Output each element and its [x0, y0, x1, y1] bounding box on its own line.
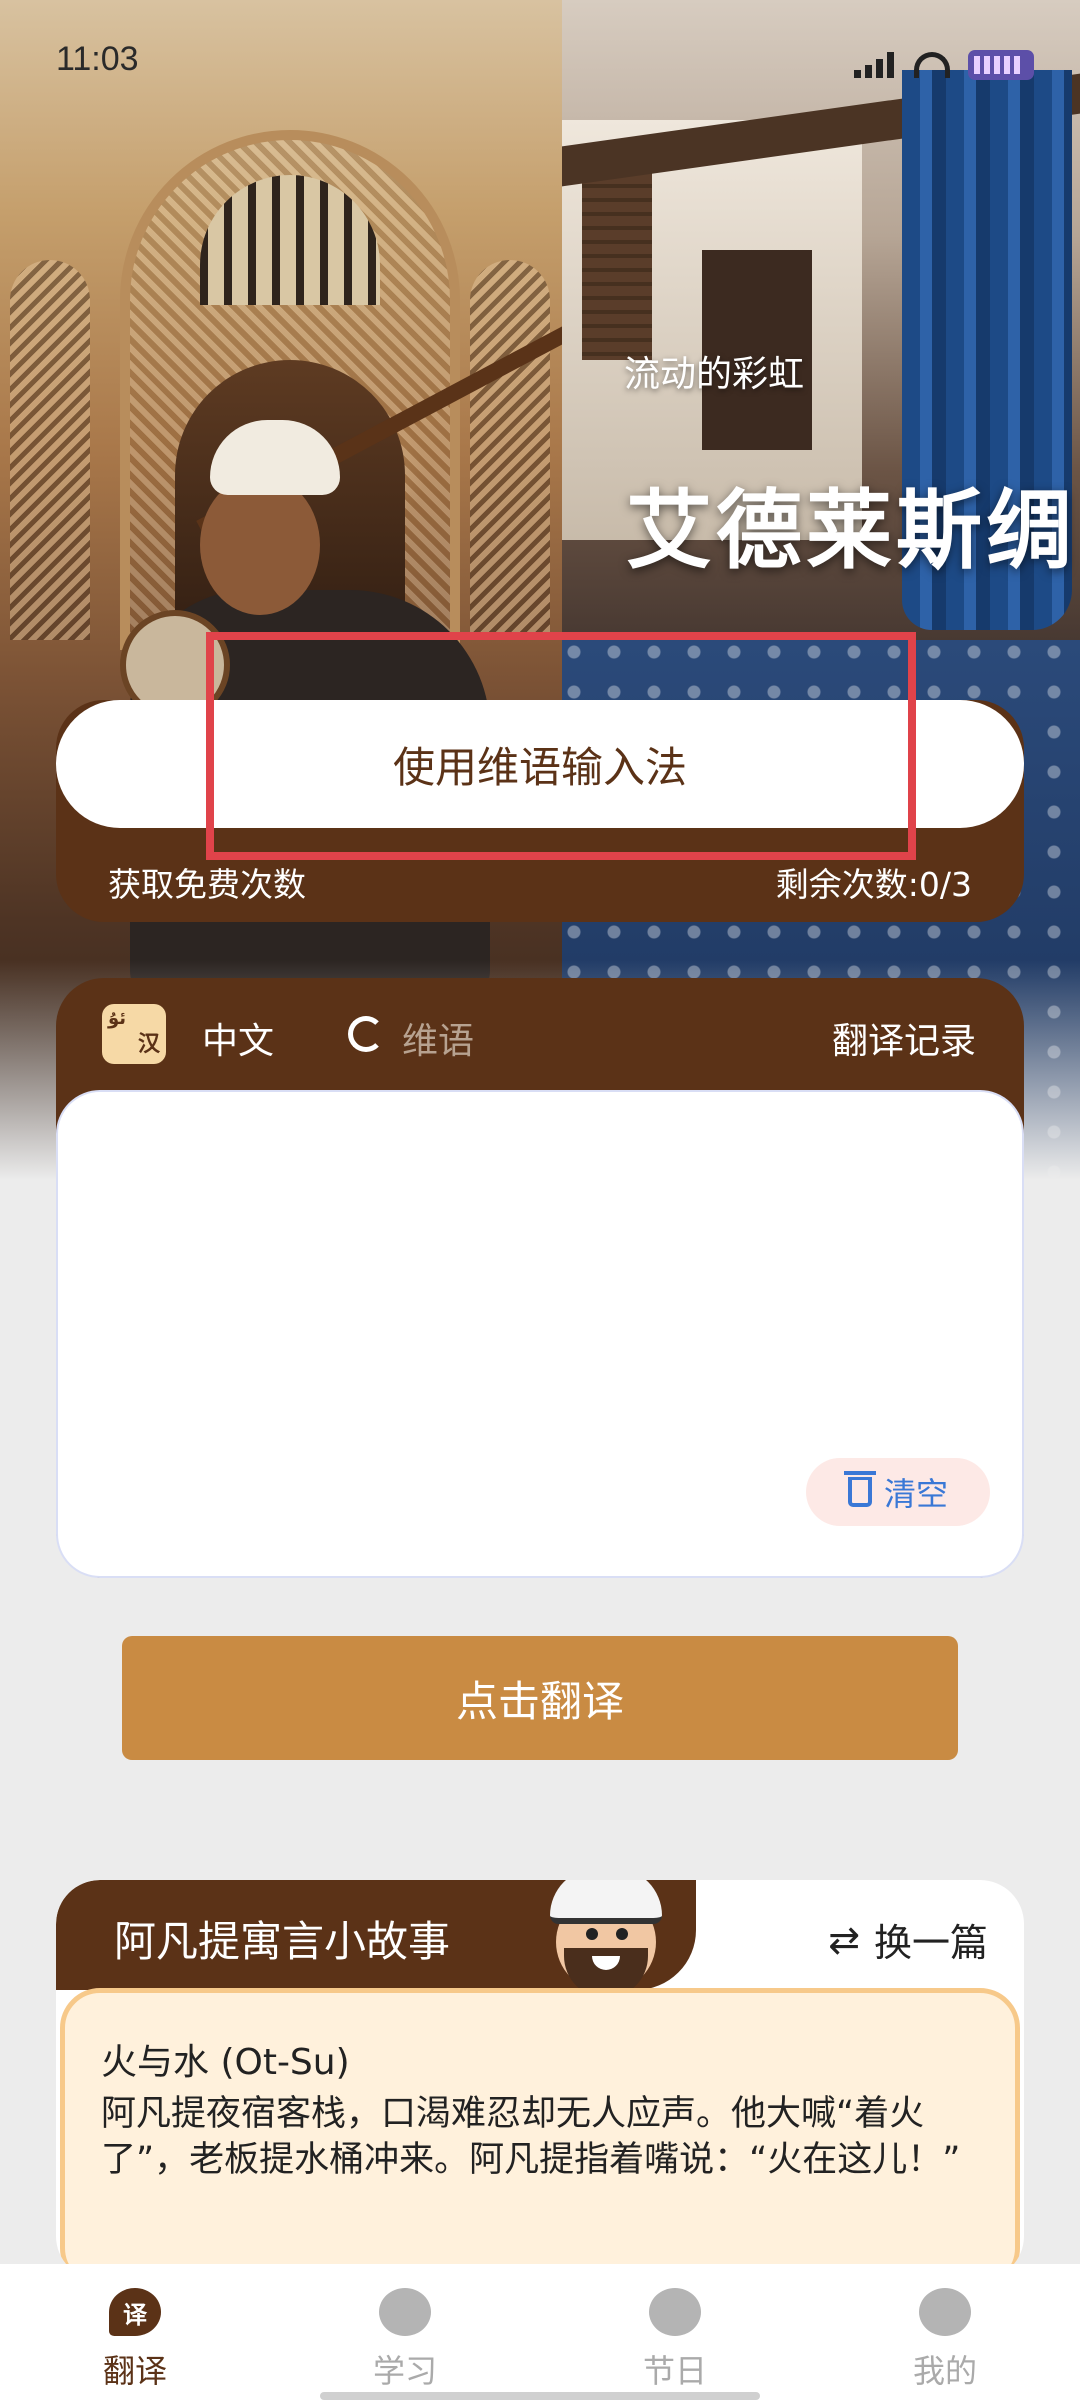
get-free-uses-link[interactable]: 获取免费次数 — [108, 858, 306, 906]
language-bar: ئۇ 汉 中文 维语 翻译记录 — [56, 978, 1024, 1094]
switch-story-button[interactable]: ⇄ 换一篇 — [828, 1912, 988, 1967]
status-time: 11:03 — [56, 40, 139, 78]
house-shutter — [582, 160, 652, 360]
musician-face — [200, 475, 320, 615]
swap-arrows-icon: ⇄ — [828, 1917, 860, 1962]
highlight-box — [206, 632, 916, 860]
nav-item-festival[interactable]: 节日 — [540, 2264, 810, 2408]
balloon-icon — [649, 2288, 701, 2336]
hero-subtitle: 流动的彩虹 — [624, 354, 805, 395]
translate-icon: 译 — [109, 2288, 161, 2336]
wifi-icon — [914, 52, 950, 78]
status-icons — [854, 50, 1034, 80]
lattice-decoration — [470, 260, 550, 640]
translate-card: ئۇ 汉 中文 维语 翻译记录 清空 — [56, 978, 1024, 1578]
translate-button[interactable]: 点击翻译 — [122, 1636, 958, 1760]
target-language[interactable]: 维语 — [402, 1012, 474, 1064]
language-translate-icon: ئۇ 汉 — [102, 1004, 166, 1064]
nav-label-translate: 翻译 — [102, 2352, 167, 2390]
nav-label-mine: 我的 — [912, 2352, 977, 2390]
home-indicator[interactable] — [320, 2392, 760, 2400]
story-text: 阿凡提夜宿客栈，口渴难忍却无人应声。他大喊“着火了”，老板提水桶冲来。阿凡提指着… — [101, 2094, 961, 2180]
translation-history-link[interactable]: 翻译记录 — [832, 1012, 976, 1064]
swap-language-icon[interactable] — [348, 1016, 384, 1052]
bottom-nav: 译 翻译 学习 节日 我的 — [0, 2264, 1080, 2408]
user-icon — [919, 2288, 971, 2336]
signal-icon — [854, 52, 896, 78]
clear-button[interactable]: 清空 — [806, 1458, 990, 1526]
hero-title: 艾德莱斯绸 — [626, 481, 1076, 581]
clear-label: 清空 — [883, 1475, 948, 1513]
nav-item-mine[interactable]: 我的 — [810, 2264, 1080, 2408]
trash-icon — [843, 1471, 876, 1507]
switch-story-label: 换一篇 — [873, 1921, 988, 1965]
remaining-uses-text: 剩余次数:0/3 — [775, 865, 972, 904]
battery-icon — [968, 50, 1034, 80]
lattice-decoration — [10, 260, 90, 640]
story-body: 火与水 (Ot-Su) 阿凡提夜宿客栈，口渴难忍却无人应声。他大喊“着火了”，老… — [60, 1988, 1020, 2280]
nav-item-study[interactable]: 学习 — [270, 2264, 540, 2408]
afandi-mascot-icon — [546, 1880, 666, 1998]
nav-label-study: 学习 — [372, 2352, 437, 2390]
nav-item-translate[interactable]: 译 翻译 — [0, 2264, 270, 2408]
story-heading: 火与水 (Ot-Su) — [101, 2042, 350, 2083]
story-card: 阿凡提寓言小故事 ⇄ 换一篇 火与水 (Ot-Su) 阿凡提夜宿客栈，口渴难忍却… — [56, 1880, 1024, 2280]
story-section-title: 阿凡提寓言小故事 — [114, 1917, 451, 1966]
nav-label-festival: 节日 — [642, 2352, 707, 2390]
source-language[interactable]: 中文 — [202, 1012, 274, 1064]
book-reader-icon — [379, 2288, 431, 2336]
